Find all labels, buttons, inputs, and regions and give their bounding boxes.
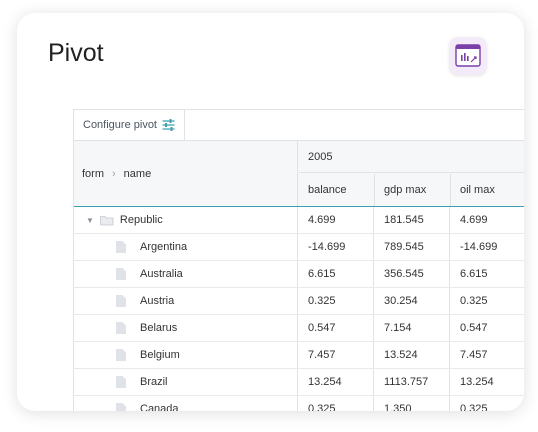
file-icon (116, 403, 126, 411)
row-label: Argentina (140, 241, 188, 253)
table-row[interactable]: ▼ Republic 4.699 181.545 4.699 (74, 207, 524, 234)
cell-balance: 0.325 (299, 396, 374, 411)
pivot-header: form › name 2005 balance gdp max oil max (74, 141, 524, 207)
cell-gdp-max: 7.154 (375, 315, 450, 341)
table-row[interactable]: Argentina -14.699 789.545 -14.699 (74, 234, 524, 261)
cell-balance: 7.457 (299, 342, 374, 368)
cell-gdp-max: 356.545 (375, 261, 450, 287)
cell-gdp-max: 1113.757 (375, 369, 450, 395)
table-row[interactable]: Austria 0.325 30.254 0.325 (74, 288, 524, 315)
column-header-oil-max[interactable]: oil max (451, 174, 524, 206)
caret-down-icon[interactable]: ▼ (86, 216, 94, 225)
field-form: form (82, 167, 104, 180)
table-row[interactable]: Brazil 13.254 1113.757 13.254 (74, 369, 524, 396)
cell-balance: 13.254 (299, 369, 374, 395)
file-icon (116, 322, 126, 334)
field-name: name (123, 167, 152, 180)
cell-gdp-max: 181.545 (375, 207, 450, 233)
sliders-icon (162, 119, 175, 131)
file-icon (116, 241, 126, 253)
folder-open-icon (100, 215, 114, 225)
row-label-cell: ▼ Republic (74, 207, 298, 233)
table-row[interactable]: Belarus 0.547 7.154 0.547 (74, 315, 524, 342)
row-label-cell: Brazil (74, 369, 298, 395)
cell-oil-max: 6.615 (451, 261, 524, 287)
cell-oil-max: -14.699 (451, 234, 524, 260)
row-label-cell: Austria (74, 288, 298, 314)
row-label: Belgium (140, 349, 180, 361)
pivot-toolbar: Configure pivot (74, 110, 524, 141)
file-icon (116, 268, 126, 280)
row-label: Republic (119, 214, 163, 226)
table-row[interactable]: Canada 0.325 1.350 0.325 (74, 396, 524, 411)
row-label: Canada (140, 403, 179, 411)
chart-window-icon (455, 44, 481, 67)
cell-gdp-max: 13.524 (375, 342, 450, 368)
year-column-header[interactable]: 2005 (299, 141, 524, 173)
cell-balance: -14.699 (299, 234, 374, 260)
page-title: Pivot (48, 39, 104, 67)
row-fields-header[interactable]: form › name (74, 141, 298, 206)
pivot-card: Pivot Configure pivot form › name 2005 b… (17, 13, 524, 411)
cell-gdp-max: 789.545 (375, 234, 450, 260)
cell-balance: 0.547 (299, 315, 374, 341)
cell-balance: 4.699 (299, 207, 374, 233)
row-label-cell: Belarus (74, 315, 298, 341)
file-icon (116, 349, 126, 361)
row-label: Australia (140, 268, 183, 280)
cell-oil-max: 13.254 (451, 369, 524, 395)
table-row[interactable]: Australia 6.615 356.545 6.615 (74, 261, 524, 288)
cell-oil-max: 7.457 (451, 342, 524, 368)
cell-gdp-max: 1.350 (375, 396, 450, 411)
row-label-cell: Australia (74, 261, 298, 287)
row-label-cell: Belgium (74, 342, 298, 368)
pivot-table: Configure pivot form › name 2005 balance… (73, 109, 524, 411)
row-label-cell: Canada (74, 396, 298, 411)
row-label-cell: Argentina (74, 234, 298, 260)
cell-oil-max: 0.325 (451, 288, 524, 314)
cell-gdp-max: 30.254 (375, 288, 450, 314)
cell-oil-max: 0.547 (451, 315, 524, 341)
configure-pivot-label: Configure pivot (83, 119, 157, 131)
chevron-right-icon: › (112, 167, 116, 180)
row-label: Brazil (140, 376, 168, 388)
cell-oil-max: 4.699 (451, 207, 524, 233)
cell-balance: 6.615 (299, 261, 374, 287)
file-icon (116, 295, 126, 307)
table-row[interactable]: Belgium 7.457 13.524 7.457 (74, 342, 524, 369)
cell-balance: 0.325 (299, 288, 374, 314)
column-header-balance[interactable]: balance (299, 174, 375, 206)
row-label: Austria (140, 295, 175, 307)
configure-pivot-button[interactable]: Configure pivot (74, 110, 185, 140)
file-icon (116, 376, 126, 388)
cell-oil-max: 0.325 (451, 396, 524, 411)
row-label: Belarus (140, 322, 178, 334)
column-header-gdp-max[interactable]: gdp max (375, 174, 451, 206)
pivot-app-icon[interactable] (449, 37, 487, 75)
